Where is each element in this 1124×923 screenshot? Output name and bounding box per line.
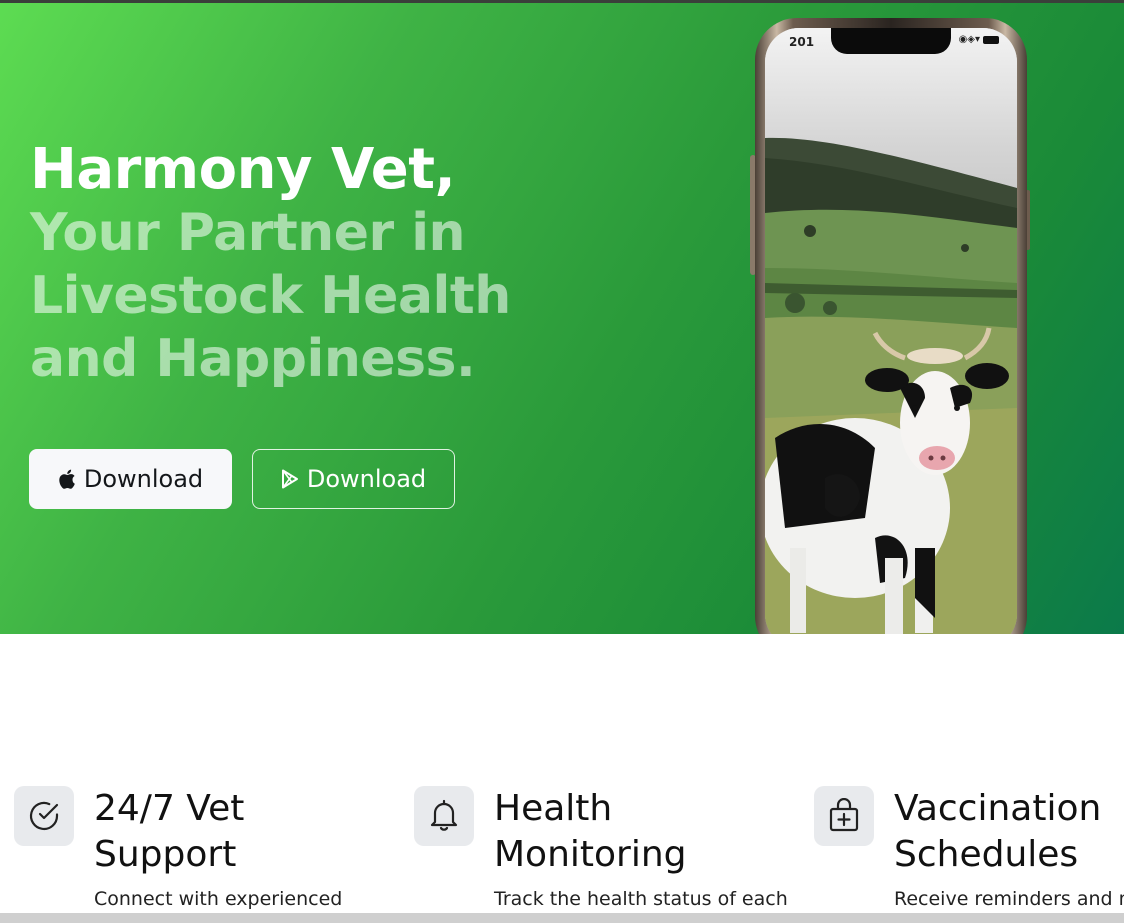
feature-title-line: Vaccination <box>894 788 1102 829</box>
feature-title-line: 24/7 Vet <box>94 788 245 829</box>
hero-section: Harmony Vet, Your Partner in Livestock H… <box>0 0 1124 634</box>
feature-title-line: Schedules <box>894 834 1079 875</box>
battery-icon <box>983 35 999 44</box>
phone-notch <box>831 28 951 54</box>
feature-title-line: Monitoring <box>494 834 687 875</box>
medical-bag-icon <box>814 786 874 846</box>
feature-description: Connect with experienced <box>94 888 343 910</box>
hero-title: Harmony Vet, Your Partner in Livestock H… <box>30 138 550 391</box>
status-icons: ◉◈▾ <box>959 34 999 45</box>
horizontal-scrollbar[interactable] <box>0 913 1124 923</box>
phone-screen: 201 ◉◈▾ <box>765 28 1017 634</box>
feature-description: Receive reminders and ma <box>894 888 1124 910</box>
hero-subtitle-line: and Happiness. <box>30 329 476 389</box>
google-play-download-button[interactable]: Download <box>252 449 455 509</box>
app-store-download-button[interactable]: Download <box>29 449 232 509</box>
phone-mockup: 201 ◉◈▾ <box>755 18 1027 634</box>
features-section: 24/7 Vet Support Connect with experience… <box>0 634 1124 923</box>
bell-icon <box>414 786 474 846</box>
feature-title-line: Support <box>94 834 237 875</box>
check-circle-icon <box>14 786 74 846</box>
hero-title-line: Harmony Vet, <box>30 137 456 202</box>
signal-icon: ◉◈▾ <box>958 34 980 45</box>
top-border <box>0 0 1124 3</box>
feature-title-line: Health <box>494 788 613 829</box>
google-play-button-label: Download <box>306 465 427 493</box>
apple-icon <box>58 469 76 489</box>
feature-title: 24/7 Vet Support <box>94 786 414 878</box>
feature-title: Health Monitoring <box>494 786 814 878</box>
status-time: 201 <box>789 35 815 49</box>
cow-landscape-image <box>765 137 1017 634</box>
feature-title: Vaccination Schedules <box>894 786 1124 878</box>
hero-subtitle-line: Livestock Health <box>30 266 511 326</box>
feature-description: Track the health status of each <box>494 888 788 910</box>
hero-subtitle-line: Your Partner in <box>30 203 466 263</box>
google-play-icon <box>281 469 299 489</box>
app-store-button-label: Download <box>83 465 204 493</box>
